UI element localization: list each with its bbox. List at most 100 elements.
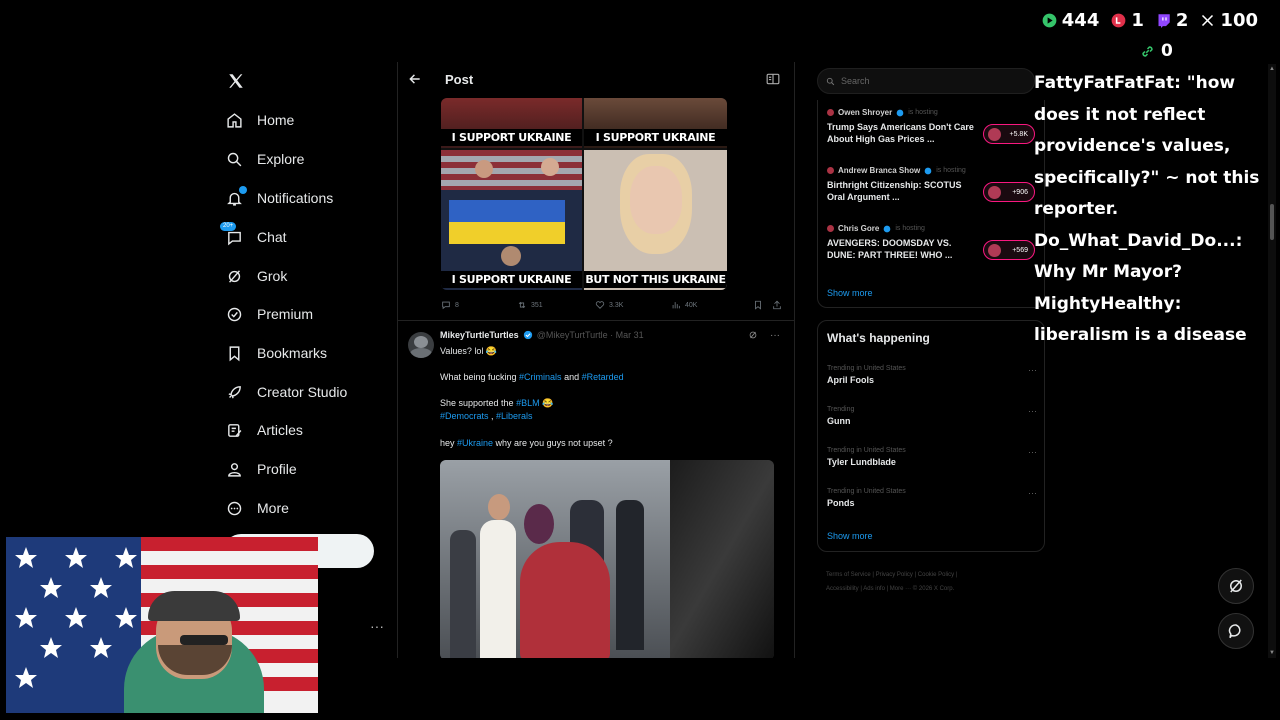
like-button[interactable]: 3.3K [595,300,623,310]
hashtag-link[interactable]: #BLM [516,398,540,408]
account-more-button[interactable]: ··· [370,618,384,634]
chat-message: Do_What_David_Do...: Why Mr Mayor? [1034,230,1243,283]
hashtag-link[interactable]: #Ukraine [457,438,493,448]
stat-value: 100 [1220,10,1258,31]
tweet-text-fragment: hey [440,438,458,448]
search-input[interactable]: Search [817,68,1035,94]
verified-badge-icon [523,330,532,340]
footer-line-2[interactable]: Accessibility | Ads info | More ··· © 20… [826,582,1036,596]
nav-creator-studio[interactable]: Creator Studio [226,380,347,404]
footer-line-1[interactable]: Terms of Service | Privacy Policy | Cook… [826,568,1036,582]
nav-explore[interactable]: Explore [226,147,304,171]
author-name[interactable]: MikeyTurtleTurtles [440,330,519,340]
trend-more-button[interactable]: ··· [1028,488,1037,498]
tweet-text-line-1: Values? lol 😂 [440,346,498,356]
nav-bookmarks[interactable]: Bookmarks [226,341,327,365]
stat-value: 444 [1061,10,1100,31]
sunglasses [180,635,228,645]
nav-articles[interactable]: Articles [226,418,303,442]
tweet-text-line-4: #Democrats , #Liberals [440,411,533,421]
space-title: Trump Says Americans Don't Care About Hi… [827,122,974,144]
tweet-photo[interactable] [440,460,774,658]
space-listeners-button[interactable]: +906 [983,182,1035,202]
space-listeners-button[interactable]: +569 [983,240,1035,260]
view-count: 40K [685,301,698,309]
bookmark-button[interactable] [753,300,763,310]
nav-notifications[interactable]: Notifications [226,185,333,210]
post-actions: 8 351 3.3K 40K [441,300,781,314]
trends-show-more-link[interactable]: Show more [827,531,873,541]
nav-home[interactable]: Home [226,108,294,132]
views-icon [672,302,680,309]
reply-icon [442,301,450,310]
space-item[interactable]: Chris Gore is hosting AVENGERS: DOOMSDAY … [827,224,1037,261]
space-status: is hosting [908,109,938,116]
stat-link: 0 [1140,41,1173,61]
trend-name: Gunn [827,416,851,426]
trend-item[interactable]: Trending in United States Tyler Lundblad… [827,447,1037,467]
live-icon [1111,13,1126,28]
trend-more-button[interactable]: ··· [1028,447,1037,457]
grok-explain-icon[interactable] [748,330,758,340]
home-icon [226,112,243,129]
scroll-down-icon[interactable]: ▼ [1269,650,1275,656]
back-arrow-icon[interactable] [408,72,422,86]
meme-image[interactable]: I SUPPORT UKRAINE I SUPPORT UKRAINE I SU… [441,98,727,290]
trend-name: Tyler Lundblade [827,457,896,467]
spaces-show-more-link[interactable]: Show more [827,288,873,298]
nav-grok[interactable]: Grok [226,264,287,288]
chat-icon: 20+ [220,221,243,246]
trend-more-button[interactable]: ··· [1028,406,1037,416]
nav-chat[interactable]: 20+ Chat [220,221,287,249]
messages-float-button[interactable] [1218,613,1254,649]
hashtag-link[interactable]: #Democrats [440,411,489,421]
nav-premium[interactable]: Premium [226,302,313,326]
nav-explore-label: Explore [257,151,305,167]
space-listener-count: +5.8K [1009,130,1029,138]
share-button[interactable] [772,300,782,310]
tweet-more-button[interactable]: ··· [770,330,780,341]
nav-creator-studio-label: Creator Studio [257,384,348,400]
x-logo-icon[interactable] [227,72,245,90]
hashtag-link[interactable]: #Criminals [519,372,562,382]
avatar[interactable] [408,332,434,358]
nav-articles-label: Articles [257,422,303,438]
space-status: is hosting [895,225,925,232]
footer-links: Terms of Service | Privacy Policy | Cook… [826,568,1036,596]
trend-item[interactable]: Trending in United States April Fools ··… [827,365,1037,385]
reader-mode-icon[interactable] [766,73,780,85]
screen: Home Explore Notifications 20+ Chat Grok… [0,0,1280,720]
space-item[interactable]: Owen Shroyer is hosting Trump Says Americ… [827,108,1037,145]
hashtag-link[interactable]: #Liberals [496,411,533,421]
trend-name: Ponds [827,498,855,508]
meme-panel-3: I SUPPORT UKRAINE [441,150,582,290]
space-listeners-button[interactable]: +5.8K [983,124,1035,144]
space-host: Owen Shroyer is hosting [827,108,1037,117]
trend-item[interactable]: Trending in United States Ponds ··· [827,488,1037,508]
reply-button[interactable]: 8 [441,300,459,310]
repost-button[interactable]: 351 [517,300,543,310]
space-item[interactable]: Andrew Branca Show is hosting Birthright … [827,166,1037,203]
tweet-text-fragment: She supported the [440,398,517,408]
meme-panel-2: I SUPPORT UKRAINE [584,98,727,148]
stat-twitch: 2 [1156,10,1188,31]
listener-avatar [988,244,1001,257]
hashtag-link[interactable]: #Retarded [582,372,624,382]
views-button[interactable]: 40K [671,300,697,310]
trend-context: Trending in United States [827,365,906,372]
nav-profile[interactable]: Profile [226,457,297,481]
nav-more-label: More [257,500,289,516]
tweet-text-fragment: , [488,411,497,421]
trend-item[interactable]: Trending Gunn ··· [827,406,1037,426]
grok-float-button[interactable] [1218,568,1254,604]
grok-icon [226,268,243,285]
host-avatar [827,225,834,232]
space-listener-count: +569 [1012,246,1028,254]
bell-icon [226,185,247,207]
author-handle[interactable]: @MikeyTurtTurtle · Mar 31 [537,330,644,340]
grok-icon [1230,579,1242,593]
trend-more-button[interactable]: ··· [1028,365,1037,375]
rocket-icon [226,384,243,401]
repost-icon [518,301,526,309]
nav-more[interactable]: More [226,496,289,520]
